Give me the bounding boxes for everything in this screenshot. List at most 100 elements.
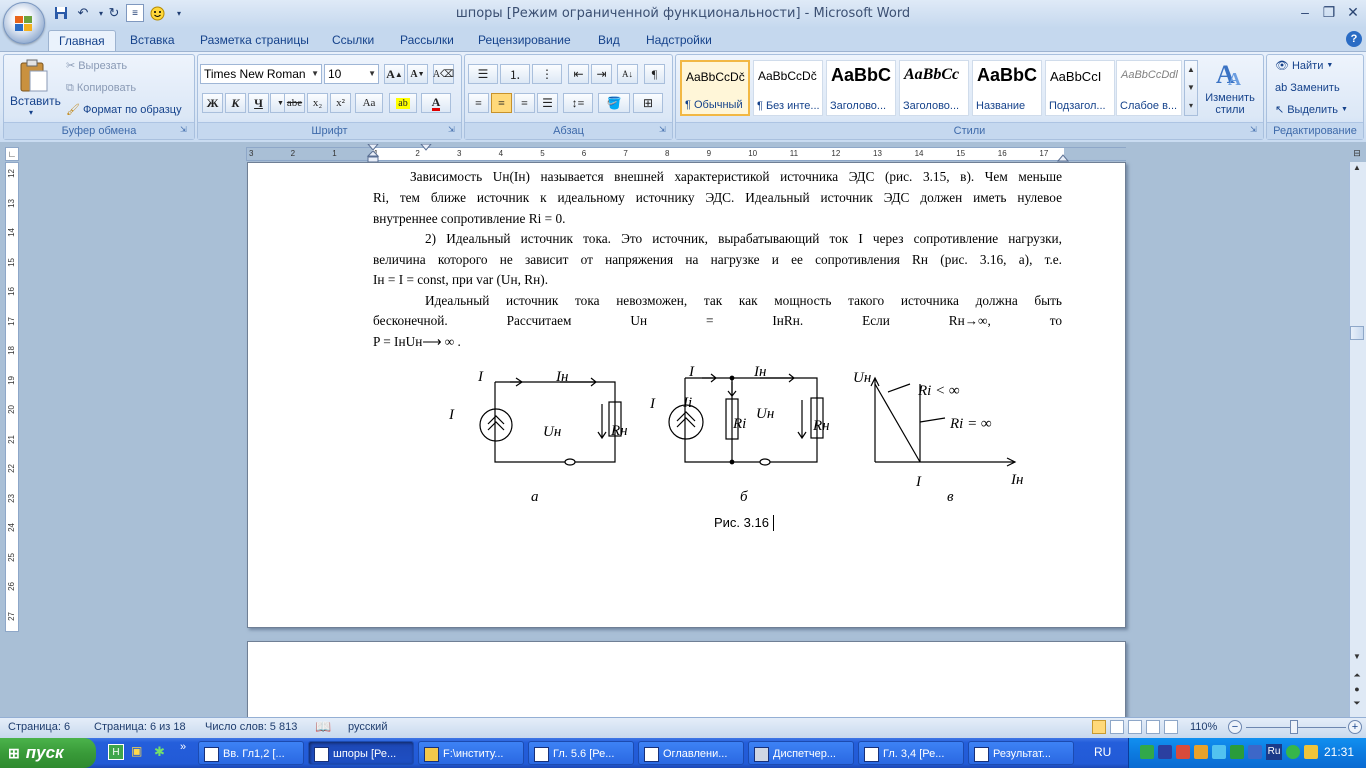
align-right-button[interactable]: ≡ [514, 93, 535, 113]
bold-button[interactable]: Ж [202, 93, 223, 113]
paste-button[interactable]: Вставить ▾ [10, 57, 61, 119]
print-layout-icon[interactable] [1092, 720, 1106, 734]
full-screen-reading-icon[interactable] [1110, 720, 1124, 734]
grow-font-button[interactable]: A ▲ [384, 64, 405, 84]
show-marks-button[interactable]: ¶ [644, 64, 665, 84]
italic-button[interactable]: К [225, 93, 246, 113]
web-layout-icon[interactable] [1128, 720, 1142, 734]
underline-button[interactable]: Ч [248, 93, 269, 113]
outline-view-icon[interactable] [1146, 720, 1160, 734]
tray-icon[interactable] [1158, 745, 1172, 759]
change-styles-button[interactable]: AA Изменить стили [1202, 57, 1258, 121]
tab-insert[interactable]: Вставка [120, 30, 185, 51]
sort-button[interactable]: A↓ [617, 64, 638, 84]
status-language[interactable]: русский [348, 721, 387, 733]
font-name-combo[interactable]: Times New Roman ▼ [200, 64, 322, 84]
tab-addins[interactable]: Надстройки [636, 30, 722, 51]
increase-indent-button[interactable]: ⇥ [591, 64, 612, 84]
quicklaunch-icon[interactable]: ▣ [131, 744, 147, 760]
font-size-combo[interactable]: 10 ▼ [324, 64, 379, 84]
ruler-toggle-icon[interactable]: ⊟ [1350, 148, 1364, 162]
borders-button[interactable]: ⊞ [633, 93, 663, 113]
style-no-spacing[interactable]: AaBbCcDč ¶ Без инте... [753, 60, 823, 116]
zoom-in-icon[interactable]: + [1348, 720, 1362, 734]
style-title[interactable]: AaBbC Название [972, 60, 1042, 116]
subscript-button[interactable]: x₂ [307, 93, 328, 113]
taskbar-item[interactable]: Результат... [968, 741, 1074, 765]
zoom-out-icon[interactable]: − [1228, 720, 1242, 734]
align-center-button[interactable]: ≡ [491, 93, 512, 113]
styles-launcher-icon[interactable]: ⇲ [1250, 125, 1257, 134]
clear-format-button[interactable]: A⌫ [433, 64, 454, 84]
highlight-button[interactable]: ab [389, 93, 417, 113]
line-spacing-button[interactable]: ↕≡ [563, 93, 593, 113]
tray-icon[interactable] [1248, 745, 1262, 759]
tab-home[interactable]: Главная [48, 30, 116, 52]
taskbar-item[interactable]: Оглавлени... [638, 741, 744, 765]
quicklaunch-icon[interactable]: H [108, 744, 124, 760]
strikethrough-button[interactable]: abe [284, 93, 305, 113]
status-pages[interactable]: Страница: 6 из 18 [94, 721, 186, 733]
zoom-slider-thumb[interactable] [1290, 720, 1298, 734]
tray-icon[interactable] [1212, 745, 1226, 759]
tab-view[interactable]: Вид [588, 30, 630, 51]
quicklaunch-more-icon[interactable]: » [180, 741, 186, 753]
tab-references[interactable]: Ссылки [322, 30, 384, 51]
vertical-scrollbar[interactable] [1349, 162, 1366, 717]
start-button[interactable]: ⊞ пуск [0, 738, 96, 768]
tray-icon[interactable] [1140, 745, 1154, 759]
multilevel-button[interactable]: ⋮ [532, 64, 562, 84]
indent-marker-icon[interactable] [366, 144, 380, 164]
align-left-button[interactable]: ≡ [468, 93, 489, 113]
close-button[interactable]: ✕ [1340, 2, 1366, 22]
style-heading-1[interactable]: AaBbC Заголово... [826, 60, 896, 116]
replace-button[interactable]: ab Заменить [1275, 78, 1340, 98]
numbering-button[interactable]: ⒈ [500, 64, 530, 84]
tab-selector-icon[interactable]: ∟ [5, 147, 19, 161]
help-icon[interactable]: ? [1346, 31, 1362, 47]
tray-icon[interactable] [1176, 745, 1190, 759]
shading-button[interactable]: 🪣 [598, 93, 630, 113]
tray-icon[interactable] [1304, 745, 1318, 759]
select-button[interactable]: ↖ Выделить ▼ [1275, 100, 1348, 120]
tray-icon[interactable] [1194, 745, 1208, 759]
tab-mailings[interactable]: Рассылки [390, 30, 464, 51]
change-case-button[interactable]: Aa [355, 93, 383, 113]
prev-page-icon[interactable]: ⏶ [1350, 670, 1364, 684]
find-button[interactable]: 👁 Найти ▼ [1275, 56, 1333, 76]
font-launcher-icon[interactable]: ⇲ [448, 125, 455, 134]
restore-button[interactable]: ❐ [1316, 2, 1342, 22]
document-page-2[interactable] [247, 641, 1126, 722]
taskbar-item[interactable]: Гл. 3,4 [Ре... [858, 741, 964, 765]
decrease-indent-button[interactable]: ⇤ [568, 64, 589, 84]
styles-scroll[interactable]: ▲ ▼ ▾ [1184, 60, 1198, 116]
taskbar-item[interactable]: Гл. 5.6 [Ре... [528, 741, 634, 765]
tab-page-layout[interactable]: Разметка страницы [190, 30, 319, 51]
browse-object-icon[interactable]: ● [1350, 684, 1364, 698]
scroll-thumb[interactable] [1350, 326, 1364, 340]
scroll-up-icon[interactable]: ▲ [1350, 163, 1364, 177]
style-normal[interactable]: AaBbCcDč ¶ Обычный [680, 60, 750, 116]
format-painter-button[interactable]: 🖌 Формат по образцу [66, 100, 182, 120]
style-heading-2[interactable]: AaBbCc Заголово... [899, 60, 969, 116]
first-line-indent-icon[interactable] [419, 144, 433, 152]
taskbar-item[interactable]: Диспетчер... [748, 741, 854, 765]
style-subtitle[interactable]: AaBbCcI Подзагол... [1045, 60, 1115, 116]
tray-language-icon[interactable]: Ru [1266, 744, 1282, 760]
spellcheck-icon[interactable]: 📖 [315, 719, 331, 735]
bullets-button[interactable]: ☰ [468, 64, 498, 84]
taskbar-item[interactable]: F:\институ... [418, 741, 524, 765]
next-page-icon[interactable]: ⏷ [1350, 698, 1364, 712]
draft-view-icon[interactable] [1164, 720, 1178, 734]
status-words[interactable]: Число слов: 5 813 [205, 721, 297, 733]
scroll-down-icon[interactable]: ▼ [1350, 652, 1364, 666]
copy-button[interactable]: ⧉ Копировать [66, 78, 136, 98]
minimize-button[interactable]: – [1292, 2, 1318, 22]
status-page[interactable]: Страница: 6 [8, 721, 70, 733]
quicklaunch-icon[interactable]: ✱ [154, 744, 170, 760]
superscript-button[interactable]: x² [330, 93, 351, 113]
paragraph-launcher-icon[interactable]: ⇲ [659, 125, 666, 134]
tray-icon[interactable] [1230, 745, 1244, 759]
taskbar-item[interactable]: Вв. Гл1,2 [... [198, 741, 304, 765]
taskbar-item[interactable]: шпоры [Ре... [308, 741, 414, 765]
